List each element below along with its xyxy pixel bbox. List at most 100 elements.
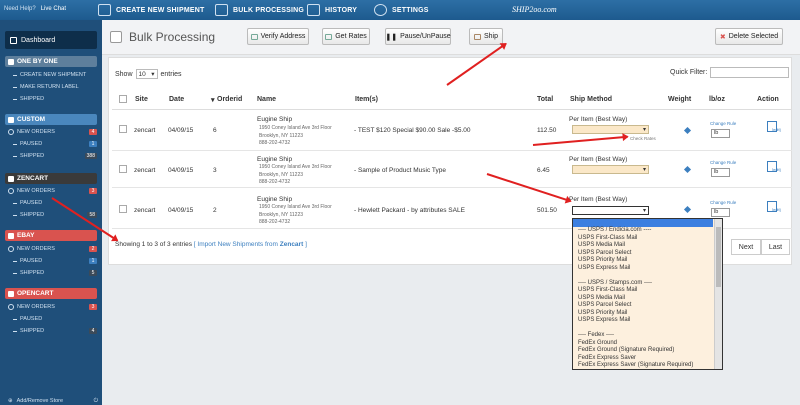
verify-address-button[interactable]: Verify Address [247,28,309,45]
sidebar-item-new-orders[interactable]: NEW ORDERS 3 [8,186,97,196]
unit-select[interactable]: lb [711,129,730,138]
pencil-icon[interactable] [683,205,692,214]
dropdown-option[interactable]: ---- USPS / Stamps.com ---- [578,280,652,288]
table-row[interactable]: zencart 04/09/15 3 Eugine Ship 1950 Cone… [112,152,792,188]
dropdown-option[interactable]: USPS Media Mail [578,295,625,303]
dropdown-option[interactable]: FedEx Ground (Signature Required) [578,347,674,355]
sidebar-item-shipped[interactable]: SHIPPED 4 [8,326,97,336]
pencil-icon[interactable] [683,126,692,135]
col-orderid[interactable]: Orderid [217,96,242,103]
sidebar-section-one-by-one[interactable]: ONE BY ONE [5,56,97,67]
sidebar-dashboard[interactable]: Dashboard [5,31,97,49]
sidebar-section-zencart[interactable]: ZENCART [5,173,97,184]
sidebar-item-paused[interactable]: PAUSED 1 [8,256,97,266]
sidebar-item-create-new-shipment[interactable]: CREATE NEW SHIPMENT [8,70,97,80]
col-lb-oz[interactable]: lb/oz [709,96,725,103]
row-checkbox[interactable] [119,125,127,133]
dropdown-option[interactable]: FedEx Express Saver (Signature Required) [578,362,693,369]
col-date[interactable]: Date [169,96,184,103]
row-checkbox[interactable] [119,165,127,173]
showing-text: Showing 1 to 3 of 3 entries [115,241,192,248]
edit-icon[interactable]: [edit] [767,161,781,172]
table-row[interactable]: zencart 04/09/15 6 Eugine Ship 1950 Cone… [112,111,792,151]
nav-create-shipment[interactable]: CREATE NEW SHIPMENT [98,4,204,16]
edit-icon[interactable]: [edit] [767,201,781,212]
sidebar-item-new-orders[interactable]: NEW ORDERS 3 [8,302,97,312]
truck-icon [98,4,111,16]
change-rule-link[interactable]: Change Rule [710,160,736,165]
ship-method-dropdown[interactable]: ---- USPS / Endicia.com ---- USPS First-C… [572,218,723,370]
pager-last[interactable]: Last [761,239,790,255]
sidebar-section-custom[interactable]: CUSTOM [5,114,97,125]
sidebar-item-paused[interactable]: PAUSED [8,314,97,324]
dropdown-option[interactable]: USPS Priority Mail [578,257,627,265]
nav-settings[interactable]: SETTINGS [374,4,429,16]
sidebar-item-new-orders[interactable]: NEW ORDERS 4 [8,127,97,137]
dropdown-option[interactable]: FedEx Express Saver [578,355,636,363]
edit-icon[interactable]: [edit] [767,121,781,132]
row-checkbox[interactable] [119,205,127,213]
sidebar-item-make-return-label[interactable]: MAKE RETURN LABEL [8,82,97,92]
col-items[interactable]: Item(s) [355,96,378,103]
count-badge: 1 [89,258,97,264]
dropdown-option[interactable]: ---- USPS / Endicia.com ---- [578,227,651,235]
address-line: Brooklyn, NY 11223 [259,171,304,178]
nav-history[interactable]: HISTORY [307,4,357,16]
logout-icon[interactable]: ⏻ [94,398,98,405]
ship-button[interactable]: Ship [469,28,503,45]
dropdown-scrollbar[interactable] [714,219,722,369]
count-badge: 3 [89,304,97,310]
boxes-icon [215,4,228,16]
pause-unpause-button[interactable]: ❚❚ Pause/UnPause [385,28,451,45]
import-store-link[interactable]: Zencart [280,241,303,248]
dropdown-option[interactable]: ---- Fedex ---- [578,332,614,340]
sidebar-item-shipped[interactable]: SHIPPED 5 [8,268,97,278]
sidebar-item-shipped[interactable]: SHIPPED 388 [8,151,97,161]
sidebar-item-new-orders[interactable]: NEW ORDERS 2 [8,244,97,254]
col-total[interactable]: Total [537,96,553,103]
address-line: 1950 Coney Island Ave 3rd Floor [259,164,332,170]
dropdown-option[interactable]: USPS Express Mail [578,317,630,325]
sidebar-section-ebay[interactable]: EBAY [5,230,97,241]
sidebar-item-paused[interactable]: PAUSED 1 [8,139,97,149]
delete-selected-button[interactable]: ✖ Delete Selected [715,28,783,45]
dropdown-option[interactable]: FedEx Ground [578,340,617,348]
col-site[interactable]: Site [135,96,148,103]
import-link[interactable]: [ Import New Shipments from [194,241,278,248]
entries-select[interactable]: 10 ▾ [135,69,158,79]
check-rates-link[interactable]: Check Rates [630,136,656,141]
nav-label: BULK PROCESSING [233,6,305,14]
sidebar-item-shipped[interactable]: SHIPPED [8,94,97,104]
scrollbar-thumb[interactable] [716,227,721,287]
select-all-checkbox[interactable] [119,95,127,103]
ship-method-select[interactable] [572,206,649,215]
ship-method-select[interactable] [572,165,649,174]
dropdown-option[interactable]: USPS First-Class Mail [578,235,637,243]
unit-select[interactable]: lb [711,208,730,217]
change-rule-link[interactable]: Change Rule [710,121,736,126]
sidebar-section-opencart[interactable]: OPENCART [5,288,97,299]
col-ship-method[interactable]: Ship Method [570,96,612,103]
get-rates-button[interactable]: Get Rates [322,28,370,45]
pager-next[interactable]: Next [731,239,761,255]
unit-select[interactable]: lb [711,168,730,177]
col-name[interactable]: Name [257,96,276,103]
add-remove-store[interactable]: ⊕ Add/Remove Store ⏻ [8,398,98,405]
dropdown-option[interactable]: USPS First-Class Mail [578,287,637,295]
col-weight[interactable]: Weight [668,96,691,103]
footer-label: Add/Remove Store [16,398,64,404]
change-rule-link[interactable]: Change Rule [710,200,736,205]
pause-icon: ❚❚ [385,33,398,41]
live-chat-link[interactable]: Live Chat [41,6,66,12]
quick-filter-input[interactable] [710,67,789,78]
dropdown-option[interactable]: USPS Media Mail [578,242,625,250]
dropdown-option[interactable]: USPS Priority Mail [578,310,627,318]
dropdown-option[interactable]: USPS Parcel Select [578,302,631,310]
nav-bulk-processing[interactable]: BULK PROCESSING [215,4,304,16]
highlighted-option[interactable] [573,219,713,227]
dropdown-option[interactable]: USPS Express Mail [578,265,630,273]
nav-label: SETTINGS [392,6,429,14]
ship-method-select[interactable] [572,125,649,134]
dropdown-option[interactable]: USPS Parcel Select [578,250,631,258]
pencil-icon[interactable] [683,165,692,174]
